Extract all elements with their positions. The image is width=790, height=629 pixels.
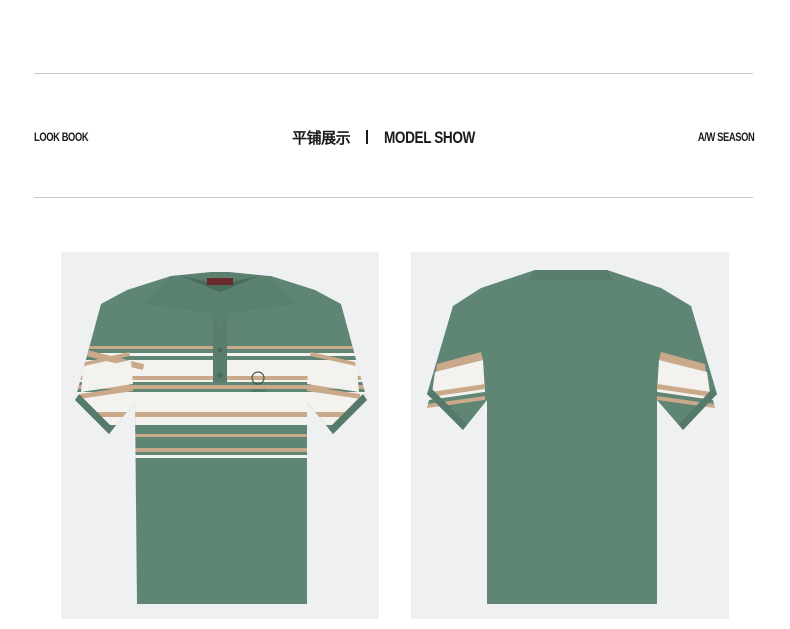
section-title-english: MODEL SHOW bbox=[384, 128, 476, 147]
section-title: 平铺展示 MODEL SHOW bbox=[0, 127, 790, 148]
season-label: A/W SEASON bbox=[697, 130, 755, 144]
front-view-panel: SEVEN bbox=[61, 252, 379, 619]
header-bottom-divider bbox=[34, 197, 753, 198]
chest-logo-text: SEVEN bbox=[251, 388, 265, 393]
title-separator bbox=[366, 130, 369, 144]
button bbox=[217, 347, 223, 353]
polo-front-image: SEVEN bbox=[75, 272, 367, 604]
polo-back-image bbox=[427, 270, 717, 604]
back-view-panel bbox=[411, 252, 729, 619]
neck-label bbox=[207, 278, 233, 285]
collar bbox=[529, 270, 613, 280]
header-top-divider bbox=[34, 73, 753, 74]
section-title-chinese: 平铺展示 bbox=[292, 129, 351, 147]
button bbox=[217, 372, 223, 378]
shirt-body bbox=[427, 270, 717, 604]
